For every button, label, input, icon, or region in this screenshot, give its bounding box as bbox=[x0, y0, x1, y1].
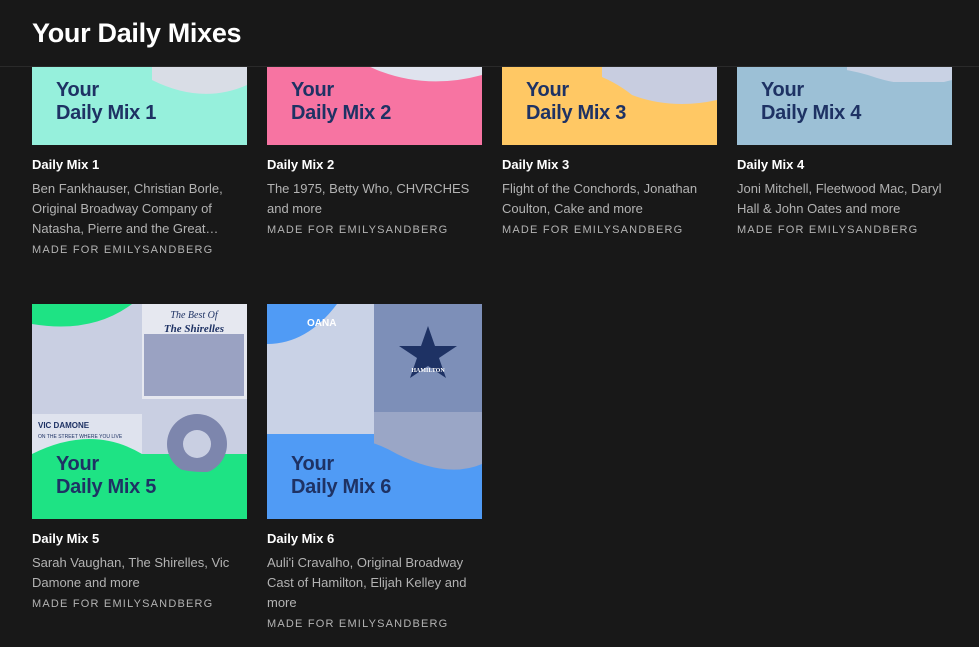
page-title: Your Daily Mixes bbox=[32, 18, 242, 48]
mix-artists: Sarah Vaughan, The Shirelles, Vic Damone… bbox=[32, 555, 230, 590]
art-text-vic-sub: ON THE STREET WHERE YOU LIVE bbox=[38, 434, 123, 440]
made-for-label: MADE FOR EMILYSANDBERG bbox=[502, 224, 684, 236]
cover-title: Your Daily Mix 6 bbox=[291, 453, 392, 498]
mix-title-link[interactable]: Daily Mix 6 bbox=[267, 531, 487, 547]
cover-title: Your Daily Mix 1 bbox=[56, 79, 157, 124]
made-for-label: MADE FOR EMILYSANDBERG bbox=[32, 244, 214, 256]
mix-artists: Joni Mitchell, Fleetwood Mac, Daryl Hall… bbox=[737, 181, 942, 216]
cover-title: Your Daily Mix 4 bbox=[761, 79, 862, 124]
cover-art-6[interactable]: OANA HAMILTON Your Daily Mix 6 bbox=[267, 304, 482, 519]
daily-mixes-grid: Your Daily Mix 1 Daily Mix 1 Ben Fankhau… bbox=[0, 0, 979, 647]
made-for-label: MADE FOR EMILYSANDBERG bbox=[737, 224, 919, 236]
mix-title-link[interactable]: Daily Mix 5 bbox=[32, 531, 252, 547]
mix-title-link[interactable]: Daily Mix 2 bbox=[267, 157, 487, 173]
page-header: Your Daily Mixes bbox=[0, 0, 979, 67]
mix-artists: Ben Fankhauser, Christian Borle, Origina… bbox=[32, 181, 223, 236]
mix-title-link[interactable]: Daily Mix 4 bbox=[737, 157, 957, 173]
art-text-hamilton: HAMILTON bbox=[411, 368, 445, 374]
art-text-moana: OANA bbox=[307, 318, 336, 329]
art-text-vic: VIC DAMONE bbox=[38, 421, 90, 430]
made-for-label: MADE FOR EMILYSANDBERG bbox=[267, 618, 449, 630]
art-text-best-of: The Best Of bbox=[170, 310, 218, 321]
mix-artists: The 1975, Betty Who, CHVRCHES and more bbox=[267, 181, 470, 216]
made-for-label: MADE FOR EMILYSANDBERG bbox=[267, 224, 449, 236]
cover-title: Your Daily Mix 5 bbox=[56, 453, 157, 498]
made-for-label: MADE FOR EMILYSANDBERG bbox=[32, 598, 214, 610]
cover-title: Your Daily Mix 3 bbox=[526, 79, 627, 124]
mix-artists: Flight of the Conchords, Jonathan Coulto… bbox=[502, 181, 698, 216]
mix-title-link[interactable]: Daily Mix 3 bbox=[502, 157, 722, 173]
mix-artists: Auli'i Cravalho, Original Broadway Cast … bbox=[267, 555, 467, 610]
cover-art-5[interactable]: The Best Of The Shirelles VIC DAMONE ON … bbox=[32, 304, 247, 519]
mix-title-link[interactable]: Daily Mix 1 bbox=[32, 157, 252, 173]
art-text-shirelles: The Shirelles bbox=[164, 323, 224, 335]
cover-title: Your Daily Mix 2 bbox=[291, 79, 392, 124]
